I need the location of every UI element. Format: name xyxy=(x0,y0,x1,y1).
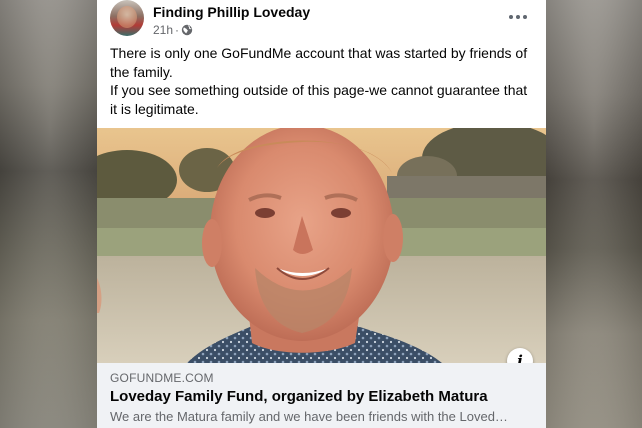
page-avatar[interactable] xyxy=(110,0,144,36)
link-preview-photo[interactable] xyxy=(97,128,546,363)
page-name-link[interactable]: Finding Phillip Loveday xyxy=(153,4,310,20)
post-text-line-2: If you see something outside of this pag… xyxy=(110,82,528,117)
link-preview-card[interactable]: GOFUNDME.COM Loveday Family Fund, organi… xyxy=(97,363,546,428)
post-text-line-1: There is only one GoFundMe account that … xyxy=(110,45,528,80)
background-left xyxy=(0,0,100,428)
meta-separator: · xyxy=(175,23,180,37)
post-message: There is only one GoFundMe account that … xyxy=(110,44,535,118)
link-description: We are the Matura family and we have bee… xyxy=(110,409,508,424)
post-meta: 21h · xyxy=(153,23,193,37)
link-domain: GOFUNDME.COM xyxy=(110,371,214,385)
post-header: Finding Phillip Loveday 21h · xyxy=(97,0,546,44)
globe-icon xyxy=(181,24,193,36)
post-timestamp[interactable]: 21h xyxy=(153,23,173,37)
more-options-icon[interactable] xyxy=(506,8,530,26)
link-title[interactable]: Loveday Family Fund, organized by Elizab… xyxy=(110,388,488,405)
post-card: Finding Phillip Loveday 21h · There is o… xyxy=(97,0,546,428)
background-right xyxy=(546,0,642,428)
